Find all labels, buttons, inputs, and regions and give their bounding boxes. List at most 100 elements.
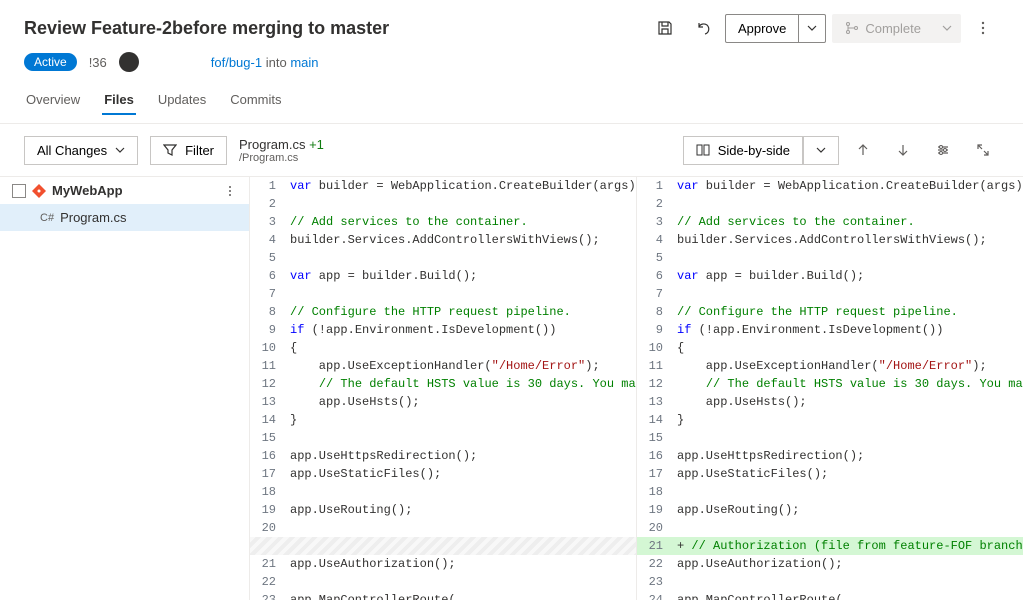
diff-left-pane[interactable]: 1var builder = WebApplication.CreateBuil… [250,177,637,600]
code-line[interactable]: 4builder.Services.AddControllersWithView… [250,231,636,249]
code-line[interactable]: 17app.UseStaticFiles(); [637,465,1023,483]
source-branch-link[interactable]: fof/bug-1 [211,55,262,70]
line-content [673,195,1023,213]
code-line[interactable]: 14} [250,411,636,429]
code-line[interactable]: 9if (!app.Environment.IsDevelopment()) [637,321,1023,339]
repo-root[interactable]: MyWebApp [0,177,249,204]
file-tree: MyWebApp C# Program.cs [0,177,250,600]
line-content: app.UseHttpsRedirection(); [286,447,636,465]
code-line[interactable] [250,537,636,555]
code-line[interactable]: 19app.UseRouting(); [250,501,636,519]
code-line[interactable]: 4builder.Services.AddControllersWithView… [637,231,1023,249]
code-line[interactable]: 8// Configure the HTTP request pipeline. [250,303,636,321]
more-actions-button[interactable] [967,12,999,44]
all-changes-dropdown[interactable]: All Changes [24,136,138,165]
code-line[interactable]: 2 [250,195,636,213]
code-line[interactable]: 1var builder = WebApplication.CreateBuil… [637,177,1023,195]
code-line[interactable]: 13 app.UseHsts(); [637,393,1023,411]
line-content [286,573,636,591]
filter-button[interactable]: Filter [150,136,227,165]
chevron-down-icon [115,145,125,155]
line-number: 23 [637,573,673,591]
code-line[interactable]: 11 app.UseExceptionHandler("/Home/Error"… [637,357,1023,375]
code-line[interactable]: 5 [250,249,636,267]
target-branch-link[interactable]: main [290,55,318,70]
file-tree-item[interactable]: C# Program.cs [0,204,249,231]
line-number: 13 [250,393,286,411]
code-line[interactable]: 22app.UseAuthorization(); [637,555,1023,573]
code-line[interactable]: 8// Configure the HTTP request pipeline. [637,303,1023,321]
code-line[interactable]: 9if (!app.Environment.IsDevelopment()) [250,321,636,339]
view-mode-dropdown[interactable] [803,136,839,165]
code-line[interactable]: 6var app = builder.Build(); [637,267,1023,285]
code-line[interactable]: 17app.UseStaticFiles(); [250,465,636,483]
code-line[interactable]: 1var builder = WebApplication.CreateBuil… [250,177,636,195]
code-line[interactable]: 23app.MapControllerRoute( [250,591,636,600]
code-line[interactable]: 19app.UseRouting(); [637,501,1023,519]
checkbox[interactable] [12,184,26,198]
complete-button[interactable]: Complete [832,14,934,43]
tab-overview[interactable]: Overview [24,86,82,115]
code-line[interactable]: 15 [637,429,1023,447]
code-line[interactable]: 14} [637,411,1023,429]
fullscreen-button[interactable] [967,134,999,166]
approve-dropdown[interactable] [799,14,826,43]
diff-right-pane[interactable]: 1var builder = WebApplication.CreateBuil… [637,177,1023,600]
code-line[interactable]: 20 [250,519,636,537]
line-number: 9 [250,321,286,339]
more-vertical-icon [975,20,991,36]
code-line[interactable]: 15 [250,429,636,447]
code-line[interactable]: 21app.UseAuthorization(); [250,555,636,573]
code-line[interactable]: 12 // The default HSTS value is 30 days.… [250,375,636,393]
code-line[interactable]: 7 [637,285,1023,303]
more-vertical-icon[interactable] [223,184,237,198]
tab-commits[interactable]: Commits [228,86,283,115]
next-diff-button[interactable] [887,134,919,166]
code-line[interactable]: 23 [637,573,1023,591]
line-content: if (!app.Environment.IsDevelopment()) [286,321,636,339]
tab-updates[interactable]: Updates [156,86,208,115]
code-line[interactable]: 10{ [250,339,636,357]
code-line[interactable]: 3// Add services to the container. [637,213,1023,231]
line-content: // The default HSTS value is 30 days. Yo… [286,375,637,393]
code-line[interactable]: 13 app.UseHsts(); [250,393,636,411]
code-line[interactable]: 12 // The default HSTS value is 30 days.… [637,375,1023,393]
line-number: 12 [637,375,673,393]
approve-button[interactable]: Approve [725,14,799,43]
code-line[interactable]: 6var app = builder.Build(); [250,267,636,285]
code-line[interactable]: 7 [250,285,636,303]
expand-icon [976,143,990,157]
settings-icon [936,143,950,157]
repo-name: MyWebApp [52,183,123,198]
line-content [286,519,636,537]
code-line[interactable]: 24app.MapControllerRoute( [637,591,1023,600]
tab-files[interactable]: Files [102,86,136,115]
prev-diff-button[interactable] [847,134,879,166]
settings-button[interactable] [927,134,959,166]
line-number: 12 [250,375,286,393]
line-content: { [673,339,1023,357]
pr-id: !36 [89,55,107,70]
complete-dropdown[interactable] [934,14,961,43]
code-line[interactable]: 3// Add services to the container. [250,213,636,231]
line-content [286,429,636,447]
code-line[interactable]: 2 [637,195,1023,213]
code-line[interactable]: 5 [637,249,1023,267]
undo-icon-button[interactable] [687,12,719,44]
code-line[interactable]: 11 app.UseExceptionHandler("/Home/Error"… [250,357,636,375]
code-line[interactable]: 22 [250,573,636,591]
view-mode-button[interactable]: Side-by-side [683,136,803,165]
code-line[interactable]: 16app.UseHttpsRedirection(); [250,447,636,465]
line-content [286,195,636,213]
code-line[interactable]: 18 [250,483,636,501]
save-icon-button[interactable] [649,12,681,44]
code-line[interactable]: 16app.UseHttpsRedirection(); [637,447,1023,465]
code-line[interactable]: 20 [637,519,1023,537]
line-content: var builder = WebApplication.CreateBuild… [673,177,1023,195]
code-line[interactable]: 21+ // Authorization (file from feature-… [637,537,1023,555]
line-number: 2 [250,195,286,213]
line-content [673,573,1023,591]
code-line[interactable]: 18 [637,483,1023,501]
line-number: 4 [637,231,673,249]
code-line[interactable]: 10{ [637,339,1023,357]
